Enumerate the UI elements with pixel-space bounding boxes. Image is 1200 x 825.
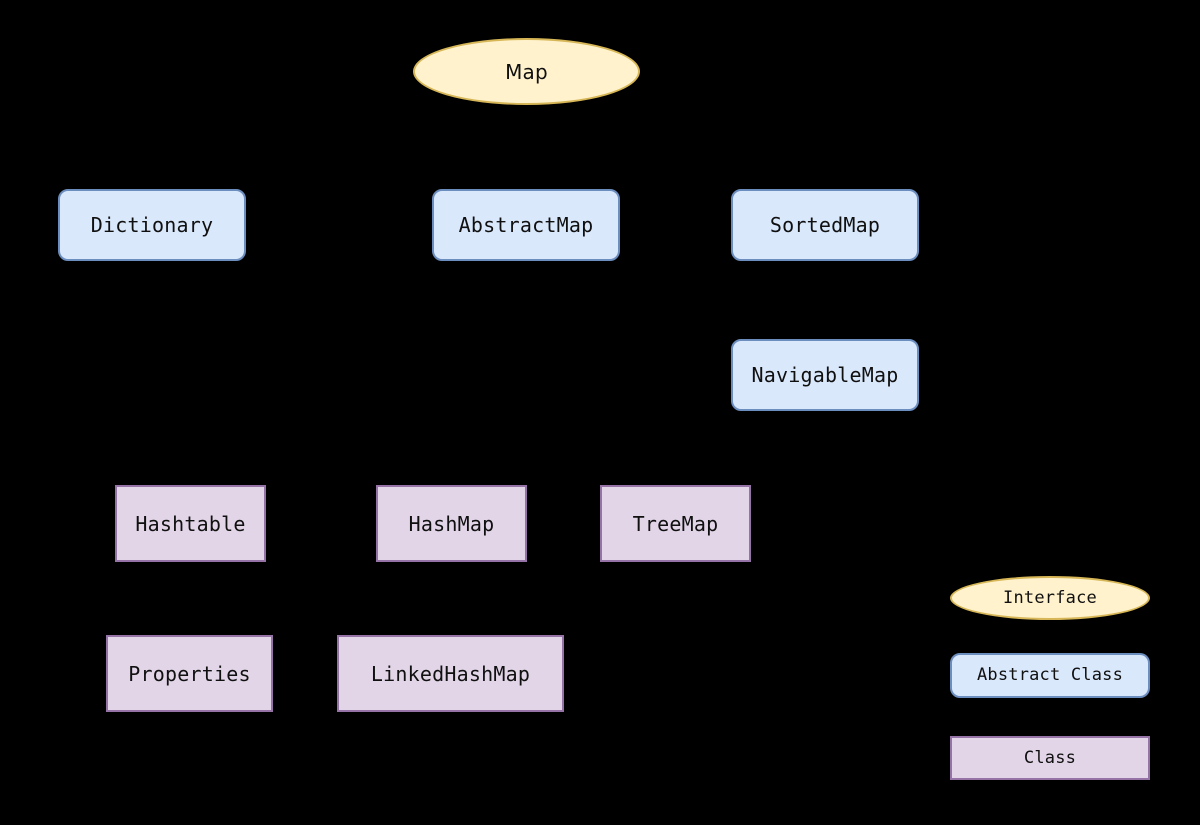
node-treemap[interactable]: TreeMap xyxy=(600,485,751,562)
node-label: Dictionary xyxy=(90,213,214,237)
edge-map-to-sortedmap xyxy=(525,105,826,189)
legend-class: Class xyxy=(950,736,1150,780)
edge-abstractmap-to-treemap xyxy=(525,261,677,485)
node-properties[interactable]: Properties xyxy=(106,635,273,712)
legend-item-label: Abstract Class xyxy=(976,665,1124,686)
legend-abstract: Abstract Class xyxy=(950,653,1150,698)
edge-hashtable-to-properties xyxy=(188,562,192,635)
edge-map-to-dictionary xyxy=(151,105,528,189)
node-label: Hashtable xyxy=(135,511,246,536)
node-dictionary[interactable]: Dictionary xyxy=(58,189,246,261)
node-label: AbstractMap xyxy=(458,213,594,237)
node-map[interactable]: Map xyxy=(413,38,640,105)
node-hashmap[interactable]: HashMap xyxy=(376,485,527,562)
node-label: LinkedHashMap xyxy=(370,661,531,686)
node-label: HashMap xyxy=(408,511,495,536)
edge-navigablemap-to-treemap xyxy=(674,411,826,485)
node-label: Map xyxy=(505,59,548,84)
node-linkedhashmap[interactable]: LinkedHashMap xyxy=(337,635,564,712)
node-label: TreeMap xyxy=(632,511,719,536)
legend-item-label: Class xyxy=(1023,747,1077,768)
edge-abstractmap-to-hashmap xyxy=(450,261,527,485)
node-hashtable[interactable]: Hashtable xyxy=(115,485,266,562)
node-label: NavigableMap xyxy=(751,363,899,387)
edge-dictionary-to-hashtable xyxy=(151,261,192,485)
legend-interface: Interface xyxy=(950,576,1150,620)
node-sortedmap[interactable]: SortedMap xyxy=(731,189,919,261)
diagram-canvas: Map Dictionary AbstractMap SortedMap Navigab… xyxy=(0,0,1200,825)
node-abstractmap[interactable]: AbstractMap xyxy=(432,189,620,261)
node-navigablemap[interactable]: NavigableMap xyxy=(731,339,919,411)
node-label: SortedMap xyxy=(769,213,881,237)
edge-hashmap-to-linkedhashmap xyxy=(449,562,453,635)
edge-map-to-abstractmap xyxy=(525,105,528,189)
node-label: Properties xyxy=(128,661,251,686)
legend-item-label: Interface xyxy=(1003,587,1097,608)
